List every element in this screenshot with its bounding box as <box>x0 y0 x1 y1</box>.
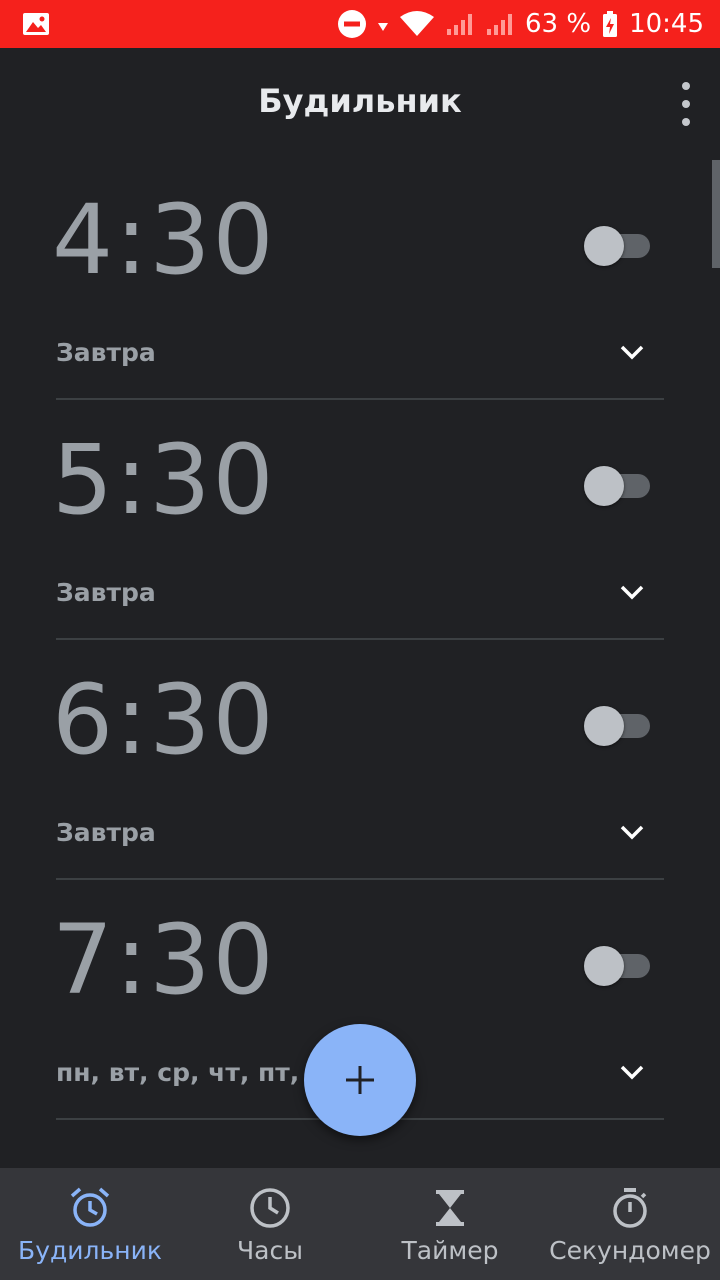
alarm-toggle[interactable] <box>584 466 650 506</box>
more-vert-icon <box>682 82 690 90</box>
nav-label: Секундомер <box>549 1236 711 1265</box>
alarm-days: пн, вт, ср, чт, пт, сб <box>56 1058 341 1087</box>
data-arrow-down-icon <box>378 23 388 31</box>
alarm-toggle[interactable] <box>584 946 650 986</box>
scrollbar[interactable] <box>712 160 720 268</box>
chevron-down-icon[interactable] <box>618 580 646 604</box>
alarm-time[interactable]: 6:30 <box>52 667 276 774</box>
alarm-days: Завтра <box>56 818 156 847</box>
battery-charging-icon <box>603 11 618 37</box>
alarm-time[interactable]: 4:30 <box>52 187 276 294</box>
hourglass-icon <box>436 1190 464 1226</box>
alarm-list: 4:30 Завтра 5:30 Завтра 6:30 Завтра 7:30… <box>52 160 664 1120</box>
chevron-down-icon[interactable] <box>618 820 646 844</box>
alarm-toggle[interactable] <box>584 706 650 746</box>
nav-label: Таймер <box>401 1236 499 1265</box>
nav-label: Часы <box>237 1236 303 1265</box>
wifi-icon <box>400 11 434 36</box>
alarm-item: 4:30 Завтра <box>52 160 664 400</box>
alarm-days: Завтра <box>56 578 156 607</box>
do-not-disturb-icon <box>338 10 366 38</box>
nav-item-clock[interactable]: Часы <box>180 1168 360 1280</box>
status-icons: 63 % 10:45 <box>337 0 704 48</box>
stopwatch-icon <box>613 1188 647 1228</box>
app-bar: Будильник <box>0 48 720 160</box>
alarm-clock-icon <box>70 1187 110 1227</box>
signal-sim2-icon <box>487 14 512 35</box>
page-title: Будильник <box>258 82 462 120</box>
clock-time: 10:45 <box>629 9 704 39</box>
add-alarm-button[interactable] <box>304 1024 416 1136</box>
battery-percent: 63 % <box>525 9 592 39</box>
clock-icon <box>250 1188 290 1228</box>
plus-icon <box>346 1066 374 1094</box>
nav-item-timer[interactable]: Таймер <box>360 1168 540 1280</box>
alarm-item: 6:30 Завтра <box>52 640 664 880</box>
alarm-time[interactable]: 7:30 <box>52 907 276 1014</box>
signal-sim1-icon <box>447 14 472 35</box>
bottom-navigation: Будильник Часы Таймер Секундомер <box>0 1168 720 1280</box>
more-options-button[interactable] <box>674 82 698 126</box>
alarm-days: Завтра <box>56 338 156 367</box>
status-bar: 63 % 10:45 <box>0 0 720 48</box>
gallery-notification-icon <box>23 13 49 35</box>
alarm-toggle[interactable] <box>584 226 650 266</box>
chevron-down-icon[interactable] <box>618 340 646 364</box>
alarm-item: 5:30 Завтра <box>52 400 664 640</box>
alarm-time[interactable]: 5:30 <box>52 427 276 534</box>
nav-label: Будильник <box>18 1236 162 1265</box>
nav-item-alarm[interactable]: Будильник <box>0 1168 180 1280</box>
nav-item-stopwatch[interactable]: Секундомер <box>540 1168 720 1280</box>
chevron-down-icon[interactable] <box>618 1060 646 1084</box>
